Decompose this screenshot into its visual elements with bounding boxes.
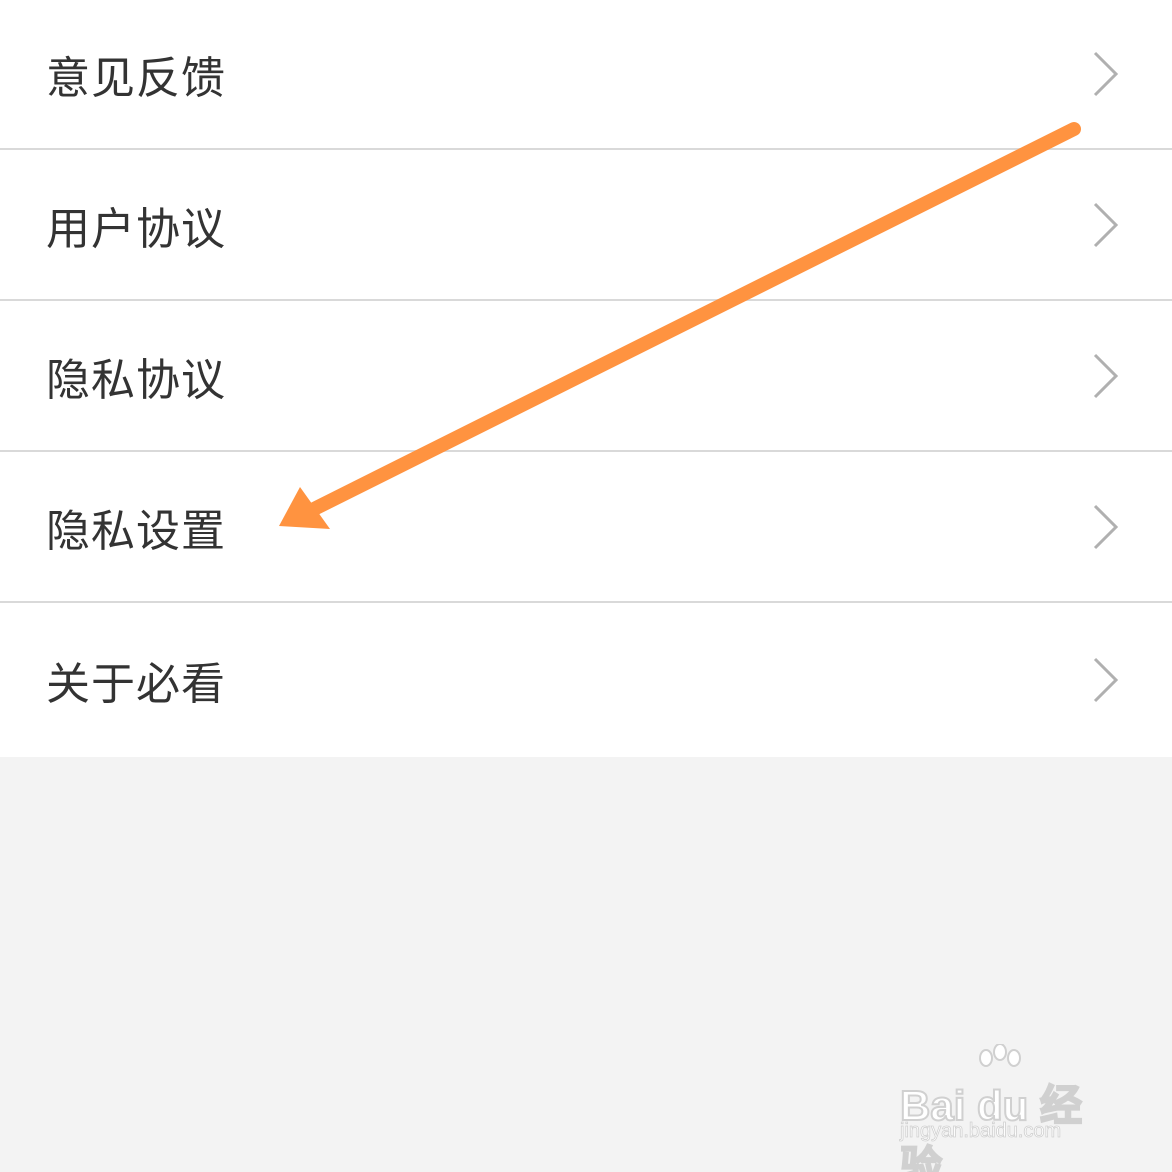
chevron-right-icon <box>1092 656 1120 704</box>
watermark-url: jingyan.baidu.com <box>900 1120 1062 1143</box>
menu-item-label: 意见反馈 <box>46 53 226 104</box>
chevron-right-icon <box>1092 50 1120 98</box>
chevron-right-icon <box>1092 352 1120 400</box>
chevron-right-icon <box>1092 503 1120 551</box>
menu-item-privacy-agreement[interactable]: 隐私协议 <box>0 301 1172 452</box>
menu-item-label: 隐私设置 <box>46 505 226 557</box>
menu-item-user-agreement[interactable]: 用户协议 <box>0 150 1172 301</box>
menu-item-label: 隐私协议 <box>46 354 226 406</box>
menu-item-label: 关于必看 <box>46 659 226 710</box>
menu-item-feedback[interactable]: 意见反馈 <box>0 0 1172 150</box>
baidu-jingyan-watermark: Bai du 经验 jingyan.baidu.com <box>896 1044 1116 1172</box>
chevron-right-icon <box>1092 201 1120 249</box>
screen: 意见反馈 用户协议 隐私协议 隐私设置 关于必看 Bai du 经验 jingy… <box>0 0 1172 1172</box>
menu-item-privacy-settings[interactable]: 隐私设置 <box>0 452 1172 603</box>
settings-menu-list: 意见反馈 用户协议 隐私协议 隐私设置 关于必看 <box>0 0 1172 757</box>
menu-item-about[interactable]: 关于必看 <box>0 603 1172 757</box>
menu-item-label: 用户协议 <box>46 203 226 255</box>
